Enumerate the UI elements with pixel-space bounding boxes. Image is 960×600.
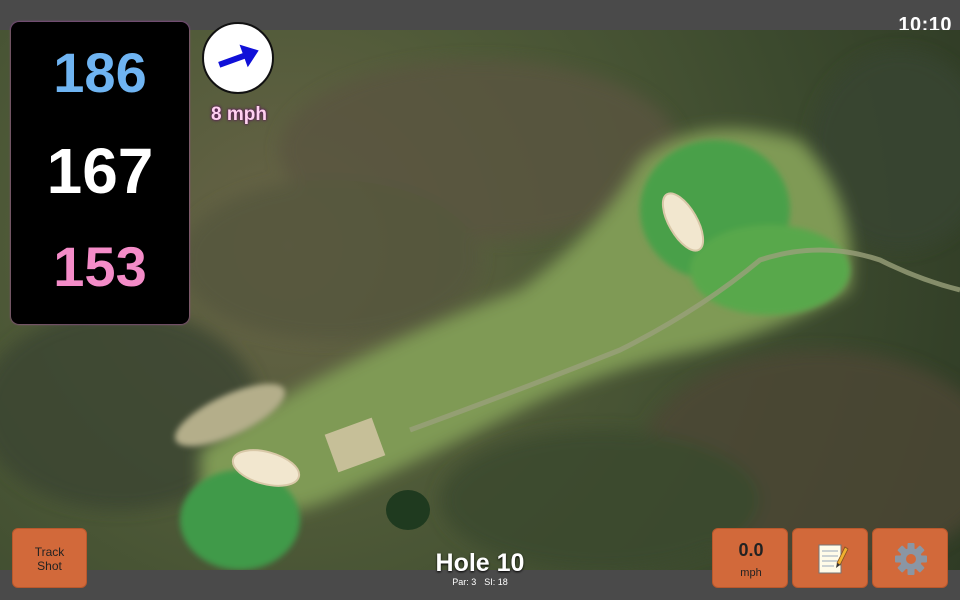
notes-button[interactable] <box>792 528 868 588</box>
hole-si: SI: 18 <box>484 577 508 587</box>
speed-unit: mph <box>740 567 762 579</box>
speed-value: 0.0 <box>738 540 764 560</box>
gear-icon <box>895 543 927 575</box>
wind-indicator <box>202 22 274 94</box>
distance-back: 186 <box>53 41 147 104</box>
wind-speed: 8 mph <box>211 104 267 125</box>
track-shot-label-1: Track <box>34 545 65 559</box>
distance-panel: 186 167 153 <box>11 22 189 324</box>
distance-middle: 167 <box>46 135 154 207</box>
swing-speed-button[interactable]: 0.0 mph <box>712 528 788 588</box>
distance-front: 153 <box>53 235 147 298</box>
hole-title: Hole 10 <box>435 549 525 577</box>
track-shot-button[interactable]: Track Shot <box>12 528 87 588</box>
track-shot-label-2: Shot <box>37 559 62 573</box>
hole-info: Par: 3 SI: 18 <box>380 577 580 587</box>
settings-button[interactable] <box>872 528 948 588</box>
wind-arrow-icon <box>218 44 259 68</box>
hole-par: Par: 3 <box>452 577 477 587</box>
notes-icon <box>818 544 849 574</box>
